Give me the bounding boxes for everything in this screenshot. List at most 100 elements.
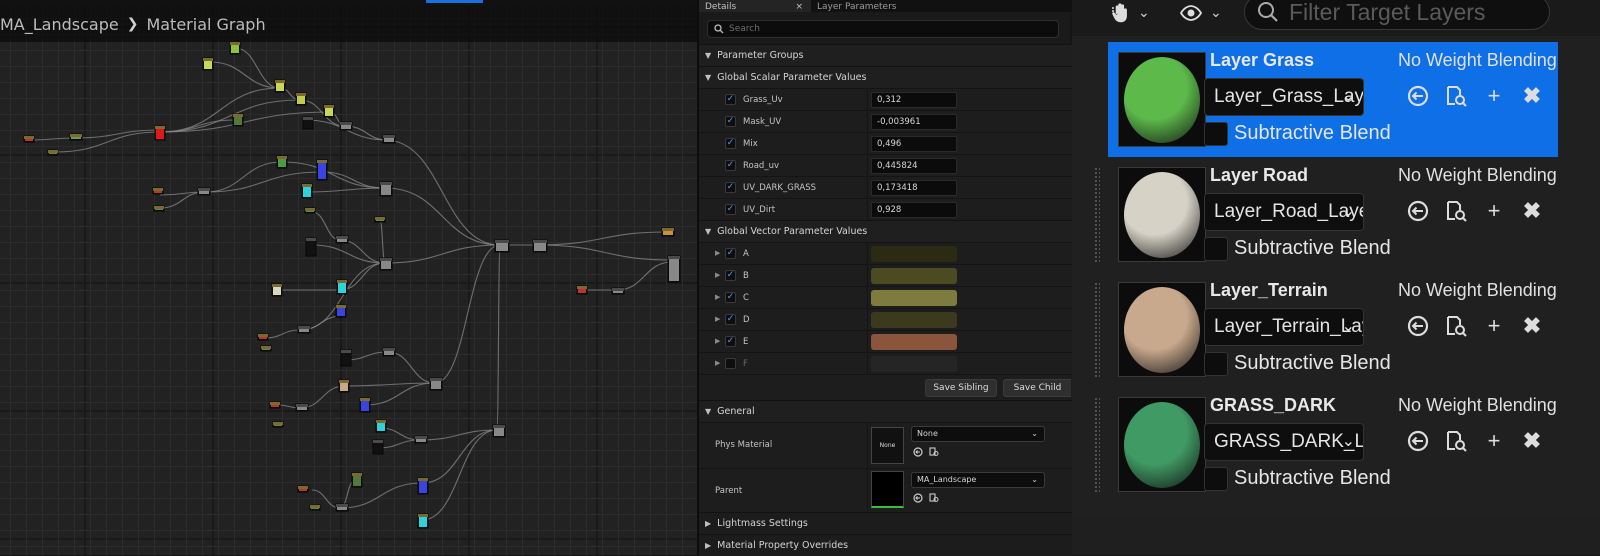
subtractive-blend-checkbox[interactable] <box>1204 237 1228 261</box>
scalar-param-value-field[interactable]: -0,003961 <box>871 114 957 130</box>
color-swatch[interactable] <box>871 312 957 328</box>
graph-node[interactable] <box>304 207 316 214</box>
browse-asset-icon[interactable] <box>1444 314 1468 338</box>
drag-handle[interactable] <box>1094 397 1100 492</box>
add-icon[interactable]: + <box>1482 314 1506 338</box>
target-layer-item[interactable]: Layer Road No Weight Blending Layer_Road… <box>1094 157 1558 272</box>
graph-node[interactable] <box>297 325 311 334</box>
delete-icon[interactable]: ✖ <box>1520 314 1544 338</box>
graph-node[interactable] <box>372 439 384 455</box>
scalar-param-value-field[interactable]: 0,496 <box>871 136 957 152</box>
graph-node[interactable] <box>335 503 349 512</box>
browse-icon[interactable] <box>929 493 939 503</box>
graph-node[interactable] <box>532 239 548 253</box>
target-layer-item[interactable]: Layer Grass No Weight Blending Layer_Gra… <box>1108 42 1558 157</box>
graph-node[interactable] <box>257 333 269 341</box>
color-swatch[interactable] <box>871 356 957 372</box>
section-parameter-groups[interactable]: ▼ Parameter Groups <box>699 44 1072 66</box>
material-graph-canvas[interactable]: MA_Landscape ❯ Material Graph <box>0 0 697 555</box>
graph-node[interactable] <box>276 155 288 169</box>
section-general[interactable]: ▼ General <box>699 400 1072 422</box>
graph-node[interactable] <box>274 79 286 93</box>
save-sibling-button[interactable]: Save Sibling <box>925 379 997 397</box>
expand-arrow-icon[interactable]: ▶ <box>715 249 720 257</box>
color-swatch[interactable] <box>871 334 957 350</box>
graph-node[interactable] <box>417 513 429 529</box>
close-icon[interactable]: × <box>795 2 803 12</box>
graph-node[interactable] <box>232 113 244 127</box>
tab-details[interactable]: Details × <box>699 0 811 12</box>
use-selected-icon[interactable] <box>913 447 923 457</box>
graph-node[interactable] <box>576 285 588 295</box>
color-swatch[interactable] <box>871 246 957 262</box>
override-checkbox[interactable]: ✓ <box>725 270 736 281</box>
override-checkbox[interactable]: ✓ <box>725 204 736 215</box>
graph-node[interactable] <box>69 133 83 141</box>
use-selected-icon[interactable] <box>913 493 923 503</box>
graph-node[interactable] <box>379 257 393 271</box>
phys-material-thumbnail[interactable]: None <box>871 427 904 464</box>
expand-arrow-icon[interactable]: ▶ <box>715 337 720 345</box>
add-icon[interactable]: + <box>1482 84 1506 108</box>
add-icon[interactable]: + <box>1482 429 1506 453</box>
override-checkbox[interactable]: ✓ <box>725 336 736 347</box>
save-child-button[interactable]: Save Child <box>1003 379 1071 397</box>
graph-node[interactable] <box>339 121 353 131</box>
filter-target-layers-input[interactable]: Filter Target Layers <box>1244 0 1550 30</box>
browse-asset-icon[interactable] <box>1444 84 1468 108</box>
subtractive-blend-checkbox[interactable] <box>1204 352 1228 376</box>
graph-node[interactable] <box>295 403 309 412</box>
graph-node[interactable] <box>272 421 284 428</box>
subtractive-blend-checkbox[interactable] <box>1204 467 1228 491</box>
delete-icon[interactable]: ✖ <box>1520 84 1544 108</box>
graph-node[interactable] <box>152 187 164 195</box>
graph-node[interactable] <box>323 104 335 118</box>
phys-material-combo[interactable]: None ⌄ <box>911 426 1045 442</box>
subtractive-blend-checkbox[interactable] <box>1204 122 1228 146</box>
use-selected-asset-icon[interactable] <box>1406 199 1430 223</box>
override-checkbox[interactable]: ✓ <box>725 94 736 105</box>
breadcrumb-asset[interactable]: MA_Landscape <box>0 15 119 34</box>
delete-icon[interactable]: ✖ <box>1520 429 1544 453</box>
apply-button-edge[interactable] <box>426 0 483 3</box>
graph-node[interactable] <box>382 134 396 144</box>
graph-node[interactable] <box>359 397 371 413</box>
graph-node[interactable] <box>305 237 317 257</box>
expand-arrow-icon[interactable]: ▶ <box>715 315 720 323</box>
paint-mode-icon[interactable]: ⌄ <box>1110 0 1150 26</box>
visibility-icon[interactable]: ⌄ <box>1180 0 1222 26</box>
graph-node[interactable] <box>382 347 396 357</box>
graph-node[interactable] <box>429 377 443 391</box>
graph-node[interactable] <box>309 504 321 511</box>
scalar-param-value-field[interactable]: 0,173418 <box>871 180 957 196</box>
details-search-input[interactable]: Search <box>707 20 1059 38</box>
expand-arrow-icon[interactable]: ▶ <box>715 359 720 367</box>
target-layer-item[interactable]: Layer_Terrain No Weight Blending Layer_T… <box>1094 272 1558 387</box>
graph-node[interactable] <box>47 149 59 156</box>
graph-node[interactable] <box>335 235 349 244</box>
graph-node[interactable] <box>297 485 309 493</box>
graph-node[interactable] <box>611 287 625 295</box>
expand-arrow-icon[interactable]: ▶ <box>715 271 720 279</box>
use-selected-asset-icon[interactable] <box>1406 84 1430 108</box>
section-overrides[interactable]: ▶ Material Property Overrides <box>699 534 1072 556</box>
override-checkbox[interactable]: ✓ <box>725 248 736 259</box>
color-swatch[interactable] <box>871 290 957 306</box>
expand-arrow-icon[interactable]: ▶ <box>715 293 720 301</box>
override-checkbox[interactable]: ✓ <box>725 138 736 149</box>
add-icon[interactable]: + <box>1482 199 1506 223</box>
graph-node[interactable] <box>379 181 393 197</box>
override-checkbox[interactable]: ✓ <box>725 182 736 193</box>
graph-node[interactable] <box>295 92 307 106</box>
graph-node[interactable] <box>667 255 681 283</box>
graph-node[interactable] <box>661 227 675 237</box>
graph-node[interactable] <box>374 216 386 223</box>
graph-node[interactable] <box>375 419 387 433</box>
graph-node[interactable] <box>340 349 352 367</box>
breadcrumb-view[interactable]: Material Graph <box>146 15 265 34</box>
delete-icon[interactable]: ✖ <box>1520 199 1544 223</box>
graph-node[interactable] <box>197 187 211 196</box>
color-swatch[interactable] <box>871 268 957 284</box>
scalar-param-value-field[interactable]: 0,445824 <box>871 158 957 174</box>
tab-layer-parameters[interactable]: Layer Parameters <box>811 0 951 12</box>
